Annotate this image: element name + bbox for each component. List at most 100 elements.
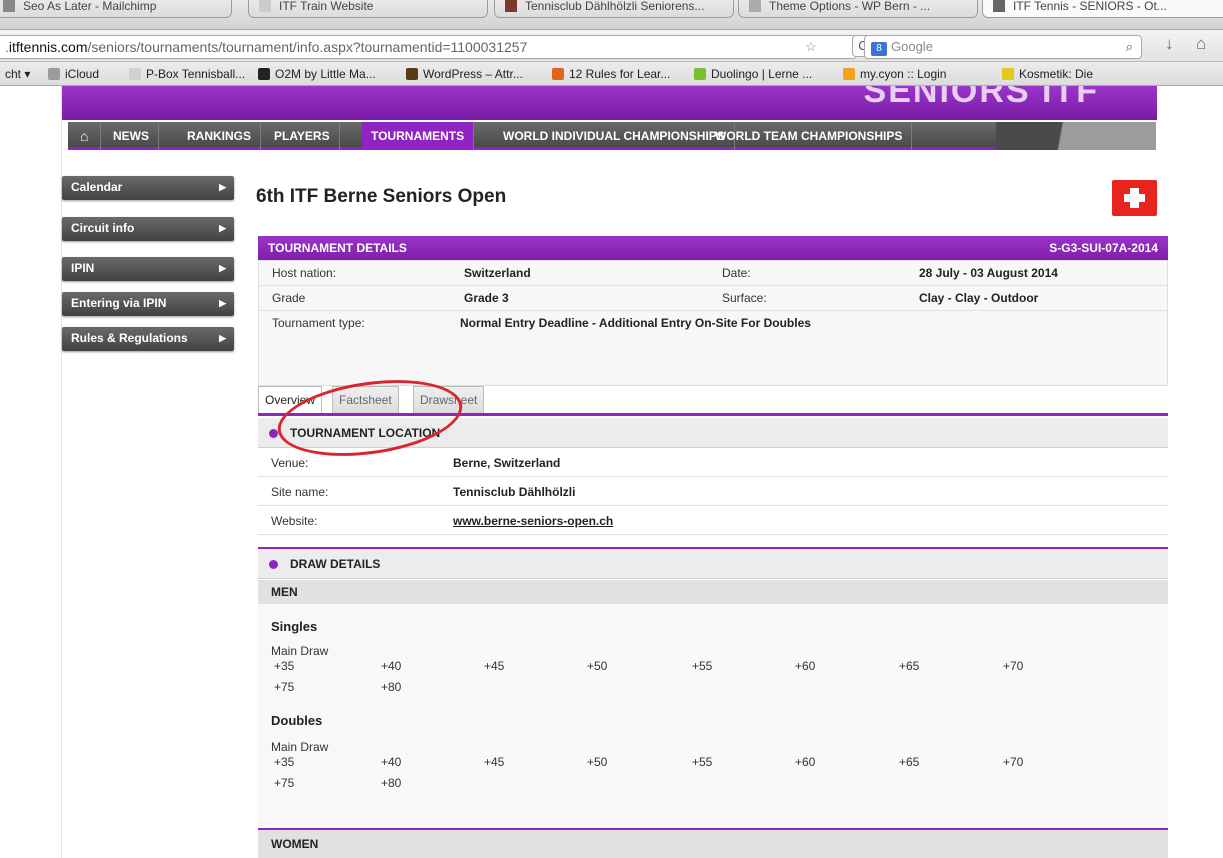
- search-icon[interactable]: ⌕: [1126, 36, 1133, 58]
- nav-item-world-team-championships[interactable]: WORLD TEAM CHAMPIONSHIPS: [706, 122, 913, 150]
- tab-favicon: [505, 0, 517, 12]
- navigation-toolbar: .itftennis.com/seniors/tournaments/tourn…: [0, 30, 1223, 62]
- age-category[interactable]: +35: [274, 755, 294, 769]
- sidebar-item-calendar[interactable]: Calendar ▶: [62, 176, 234, 200]
- bookmark-favicon-icon: [552, 68, 564, 80]
- detail-row: Host nation: Switzerland Date: 28 July -…: [259, 261, 1167, 286]
- bookmark-item[interactable]: Duolingo | Lerne ...: [694, 67, 812, 81]
- age-category[interactable]: +60: [795, 659, 815, 673]
- women-header: WOMEN: [258, 830, 1168, 858]
- browser-tab-3[interactable]: Tennisclub Dählhölzli Seniorens...: [494, 0, 734, 18]
- swiss-flag-icon: [1112, 180, 1157, 216]
- bookmark-item[interactable]: P-Box Tennisball...: [129, 67, 245, 81]
- address-bar[interactable]: .itftennis.com/seniors/tournaments/tourn…: [0, 35, 856, 59]
- bookmark-favicon-icon: [694, 68, 706, 80]
- nav-item-news[interactable]: NEWS: [104, 122, 159, 150]
- nav-item-tournaments[interactable]: TOURNAMENTS: [362, 122, 475, 150]
- nav-wedge: [996, 122, 1156, 150]
- age-category[interactable]: +60: [795, 755, 815, 769]
- tab-underline: [258, 413, 1168, 416]
- main-nav: ⌂ NEWS RANKINGS PLAYERS TOURNAMENTS WORLD IND…: [68, 122, 1156, 150]
- nav-item-players[interactable]: PLAYERS: [265, 122, 340, 150]
- doubles-label: Doubles: [271, 713, 323, 728]
- search-engine-icon[interactable]: 8: [871, 42, 887, 56]
- sidebar-item-entering-via-ipin[interactable]: Entering via IPIN ▶: [62, 292, 234, 316]
- bookmark-item[interactable]: my.cyon :: Login: [843, 67, 946, 81]
- draw-details-header: DRAW DETAILS: [258, 549, 1168, 579]
- sidebar-item-rules-regulations[interactable]: Rules & Regulations ▶: [62, 327, 234, 351]
- bookmark-item[interactable]: iCloud: [48, 67, 99, 81]
- downloads-icon[interactable]: ↓: [1165, 34, 1174, 54]
- location-row: Website: www.berne-seniors-open.ch: [258, 506, 1168, 535]
- chevron-right-icon: ▶: [219, 333, 226, 343]
- tournament-code: S-G3-SUI-07A-2014: [1049, 241, 1158, 255]
- age-category[interactable]: +45: [484, 659, 504, 673]
- tab-favicon: [749, 0, 761, 12]
- bookmark-favicon-icon: [129, 68, 141, 80]
- singles-label: Singles: [271, 619, 318, 634]
- age-category[interactable]: +40: [381, 659, 401, 673]
- age-category[interactable]: +50: [587, 755, 607, 769]
- left-margin: [0, 86, 62, 858]
- draw-panel: [258, 604, 1168, 826]
- nav-item-rankings[interactable]: RANKINGS: [178, 122, 262, 150]
- bullet-icon: [269, 429, 278, 438]
- bookmark-item[interactable]: 12 Rules for Lear...: [552, 67, 670, 81]
- chevron-right-icon: ▶: [219, 182, 226, 192]
- browser-tab-strip: Seo As Later - Mailchimp ITF Train Websi…: [0, 0, 1223, 30]
- age-category[interactable]: +55: [692, 755, 712, 769]
- browser-tab-4[interactable]: Theme Options - WP Bern - ...: [738, 0, 978, 18]
- home-icon[interactable]: ⌂: [1196, 34, 1206, 54]
- website-link[interactable]: www.berne-seniors-open.ch: [453, 514, 613, 528]
- age-category[interactable]: +40: [381, 755, 401, 769]
- main-draw-label: Main Draw: [271, 740, 329, 754]
- main-draw-label: Main Draw: [271, 644, 329, 658]
- age-category[interactable]: +55: [692, 659, 712, 673]
- bookmark-item[interactable]: cht ▾: [0, 67, 30, 81]
- bookmarks-bar: cht ▾ iCloud P-Box Tennisball... O2M by Lit…: [0, 62, 1223, 86]
- age-category[interactable]: +65: [899, 659, 919, 673]
- bookmark-item[interactable]: O2M by Little Ma...: [258, 67, 376, 81]
- browser-tab-2[interactable]: ITF Train Website: [248, 0, 488, 18]
- age-category[interactable]: +75: [274, 776, 294, 790]
- tournament-details-header: TOURNAMENT DETAILS S-G3-SUI-07A-2014: [258, 236, 1168, 260]
- nav-home-icon[interactable]: ⌂: [68, 122, 102, 150]
- bookmark-item[interactable]: Kosmetik: Die: [1002, 67, 1093, 81]
- age-category[interactable]: +70: [1003, 755, 1023, 769]
- site-logo[interactable]: SENIORS ITF: [864, 86, 1099, 111]
- site-header-band: SENIORS ITF: [62, 86, 1157, 120]
- age-category[interactable]: +70: [1003, 659, 1023, 673]
- tab-factsheet[interactable]: Factsheet: [332, 386, 399, 414]
- men-header: MEN: [258, 580, 1168, 604]
- search-box[interactable]: 8 Google ⌕: [864, 35, 1142, 59]
- age-category[interactable]: +50: [587, 659, 607, 673]
- content-tabs: Overview Factsheet Drawsheet: [258, 386, 498, 415]
- age-category[interactable]: +65: [899, 755, 919, 769]
- tab-favicon: [259, 0, 271, 12]
- bookmark-favicon-icon: [1002, 68, 1014, 80]
- tab-overview[interactable]: Overview: [258, 386, 323, 415]
- browser-tab-1[interactable]: Seo As Later - Mailchimp: [0, 0, 232, 18]
- bookmark-favicon-icon: [48, 68, 60, 80]
- age-category[interactable]: +35: [274, 659, 294, 673]
- bookmark-star-icon[interactable]: ☆: [805, 39, 817, 55]
- age-category[interactable]: +80: [381, 776, 401, 790]
- nav-item-world-individual-championships[interactable]: WORLD INDIVIDUAL CHAMPIONSHIPS: [494, 122, 735, 150]
- age-category[interactable]: +75: [274, 680, 294, 694]
- chevron-right-icon: ▶: [219, 298, 226, 308]
- detail-row: Tournament type: Normal Entry Deadline -…: [272, 316, 811, 330]
- bookmark-favicon-icon: [843, 68, 855, 80]
- detail-row: Grade Grade 3 Surface: Clay - Clay - Out…: [259, 286, 1167, 311]
- bullet-icon: [269, 560, 278, 569]
- age-category[interactable]: +80: [381, 680, 401, 694]
- tab-drawsheet[interactable]: Drawsheet: [413, 386, 485, 414]
- chevron-right-icon: ▶: [219, 263, 226, 273]
- bookmark-favicon-icon: [406, 68, 418, 80]
- sidebar-item-circuit-info[interactable]: Circuit info ▶: [62, 217, 234, 241]
- browser-tab-active[interactable]: ITF Tennis - SENIORS - Ot...: [982, 0, 1223, 18]
- bookmark-item[interactable]: WordPress – Attr...: [406, 67, 523, 81]
- sidebar-item-ipin[interactable]: IPIN ▶: [62, 257, 234, 281]
- location-row: Site name: Tennisclub Dählhölzli: [258, 477, 1168, 506]
- tournament-details-table: Host nation: Switzerland Date: 28 July -…: [258, 260, 1168, 386]
- age-category[interactable]: +45: [484, 755, 504, 769]
